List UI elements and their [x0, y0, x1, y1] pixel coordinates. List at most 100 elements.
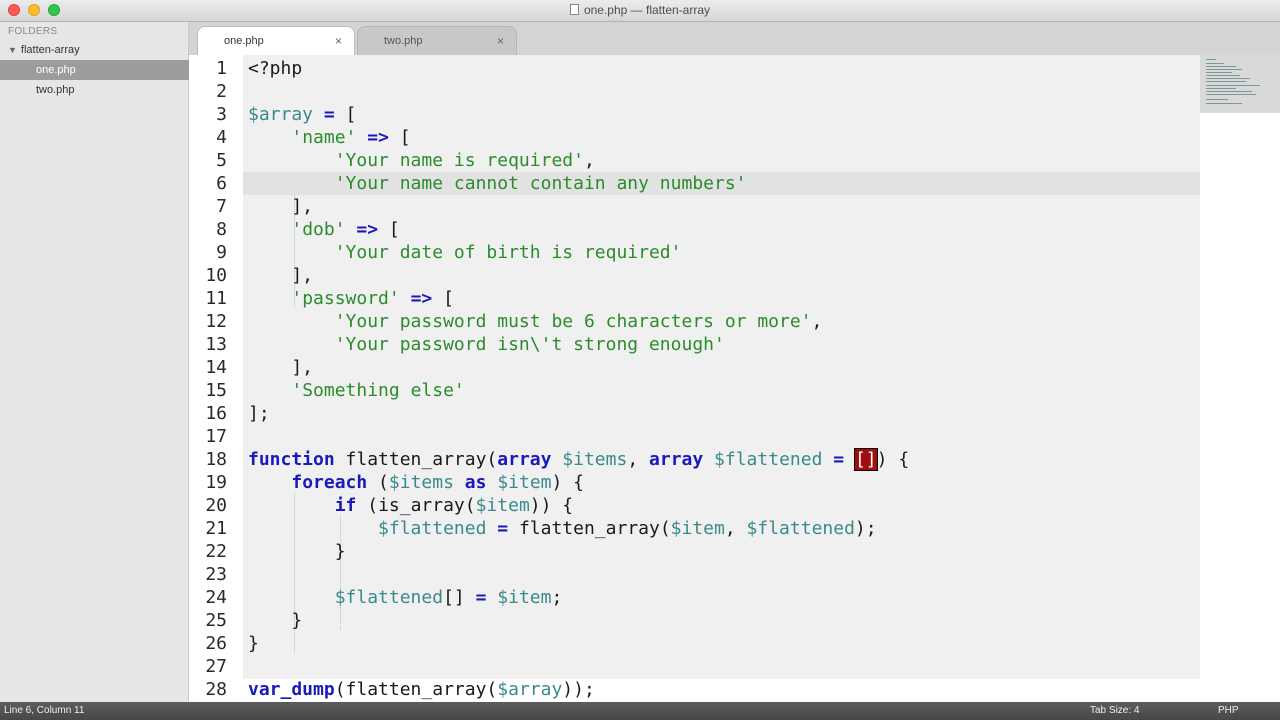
code-text: 'Your date of birth is required' — [334, 242, 682, 263]
minimap-line — [1206, 91, 1252, 92]
code-line: 18 function flatten_array(array $items, a… — [189, 448, 1200, 471]
minimap[interactable] — [1200, 55, 1280, 113]
minimap-line — [1206, 81, 1246, 82]
minimap-line — [1206, 78, 1250, 79]
line-number: 12 — [205, 311, 227, 332]
code-line: 21 $flattened = flatten_array($item, $fl… — [189, 517, 1200, 540]
code-text: } — [248, 541, 346, 562]
code-text: ], — [248, 196, 314, 217]
minimap-line — [1206, 66, 1236, 67]
minimap-line — [1206, 85, 1260, 86]
code-text: 'Your password isn\'t strong enough' — [334, 334, 725, 355]
code-line: 22 } — [189, 540, 1200, 563]
line-number: 6 — [216, 173, 227, 194]
tab-close-icon[interactable]: × — [335, 27, 342, 55]
window-title-wrap: one.php — flatten-array — [0, 3, 1280, 17]
disclosure-triangle-icon[interactable]: ▼ — [8, 45, 17, 55]
editor-window: one.php — flatten-array FOLDERS ▼ flatten… — [0, 0, 1280, 720]
code-line: 8 'dob' => [ — [189, 218, 1200, 241]
minimap-line — [1206, 99, 1228, 100]
minimap-line — [1206, 72, 1232, 73]
line-number: 21 — [205, 518, 227, 539]
minimap-line — [1206, 94, 1256, 95]
sidebar-folder-flatten-array[interactable]: ▼ flatten-array — [8, 44, 80, 56]
code-line: 25 } — [189, 609, 1200, 632]
line-number: 22 — [205, 541, 227, 562]
code-line: 10 ], — [189, 264, 1200, 287]
tab-size-selector[interactable]: Tab Size: 4 — [1090, 705, 1139, 716]
sidebar-file-one-php[interactable]: one.php — [0, 60, 189, 80]
minimap-line — [1206, 75, 1240, 76]
code-text: 'Your name cannot contain any numbers' — [334, 173, 747, 194]
title-bar: one.php — flatten-array — [0, 0, 1280, 22]
line-number: 10 — [205, 265, 227, 286]
syntax-selector[interactable]: PHP — [1218, 705, 1239, 716]
code-text: } — [248, 610, 303, 631]
line-number: 13 — [205, 334, 227, 355]
line-number: 25 — [205, 610, 227, 631]
code-line: 9 'Your date of birth is required' — [189, 241, 1200, 264]
code-editor[interactable]: 1 <?php 2 3 $array = [ 4 'name' => [ 5 'Yo… — [189, 55, 1280, 702]
sidebar: FOLDERS ▼ flatten-array one.php two.php — [0, 22, 189, 702]
status-bar: Line 6, Column 11 Tab Size: 4 PHP — [0, 702, 1280, 720]
tab-bar: one.php × two.php × — [189, 22, 1280, 55]
code-line: 28 var_dump(flatten_array($array)); — [189, 678, 1200, 701]
minimap-line — [1206, 59, 1216, 60]
line-number: 19 — [205, 472, 227, 493]
folder-label: flatten-array — [20, 44, 80, 56]
code-line: 4 'name' => [ — [189, 126, 1200, 149]
code-text: var_dump(flatten_array($array)); — [248, 679, 595, 700]
line-number: 23 — [205, 564, 227, 585]
code-text: 'name' => [ — [291, 127, 411, 148]
code-line: 15 'Something else' — [189, 379, 1200, 402]
code-text: function flatten_array(array $items, arr… — [248, 448, 910, 471]
code-text: ], — [248, 265, 314, 286]
line-number: 2 — [216, 81, 227, 102]
code-text: $flattened = flatten_array($item, $flatt… — [378, 518, 877, 539]
line-number: 1 — [216, 58, 227, 79]
code-text: ], — [248, 357, 314, 378]
code-line: 7 ], — [189, 195, 1200, 218]
code-line: 5 'Your name is required', — [189, 149, 1200, 172]
code-text: 'Your password must be 6 characters or m… — [334, 311, 823, 332]
code-line: 26} — [189, 632, 1200, 655]
line-number: 4 — [216, 127, 227, 148]
sidebar-file-two-php[interactable]: two.php — [0, 80, 189, 100]
minimap-line — [1206, 103, 1242, 104]
tab-label: one.php — [224, 35, 264, 47]
code-line: 3 $array = [ — [189, 103, 1200, 126]
code-line: 16]; — [189, 402, 1200, 425]
code-text: $array = [ — [248, 104, 357, 125]
code-text: ]; — [248, 403, 270, 424]
tab-one-php[interactable]: one.php × — [197, 26, 355, 55]
line-number: 15 — [205, 380, 227, 401]
line-number: 24 — [205, 587, 227, 608]
code-line: 13 'Your password isn\'t strong enough' — [189, 333, 1200, 356]
code-line: 27 — [189, 655, 1200, 678]
line-number: 16 — [205, 403, 227, 424]
tab-close-icon[interactable]: × — [497, 27, 504, 55]
line-number: 18 — [205, 449, 227, 470]
minimap-line — [1206, 63, 1224, 64]
code-line: 1 <?php — [189, 57, 1200, 80]
line-number: 26 — [205, 633, 227, 654]
line-number: 28 — [205, 679, 227, 700]
code-line-current: 6 'Your name cannot contain any numbers' — [189, 172, 1200, 195]
tab-two-php[interactable]: two.php × — [357, 26, 517, 55]
code-line: 17 — [189, 425, 1200, 448]
code-text: } — [248, 633, 259, 654]
code-text: $flattened[] = $item; — [334, 587, 563, 608]
code-text: foreach ($items as $item) { — [291, 472, 585, 493]
line-number: 3 — [216, 104, 227, 125]
document-icon — [569, 4, 579, 15]
line-number: 27 — [205, 656, 227, 677]
code-line: 2 — [189, 80, 1200, 103]
folders-header: FOLDERS — [8, 26, 58, 37]
line-number: 11 — [205, 288, 227, 309]
code-text: <?php — [248, 58, 303, 79]
minimap-line — [1206, 88, 1236, 89]
minimap-line — [1206, 69, 1242, 70]
tab-label: two.php — [384, 35, 423, 47]
code-text: 'Something else' — [291, 380, 465, 401]
window-title: one.php — flatten-array — [583, 3, 711, 17]
